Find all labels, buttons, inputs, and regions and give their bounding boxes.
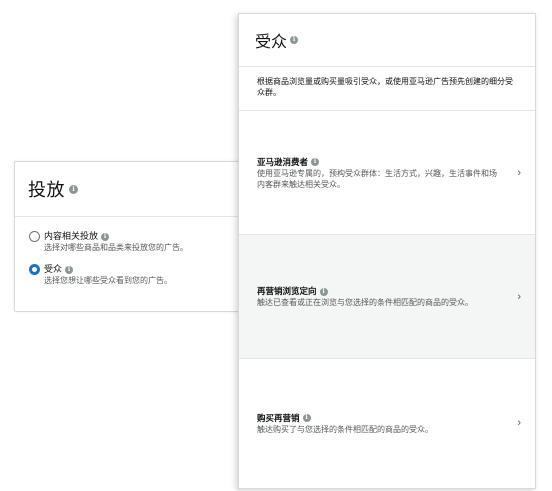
audience-item-desc: 使用亚马逊专属的，预构受众群体：生活方式，兴趣，生活事件和场内客群来触达相关受众… [257,168,497,189]
chevron-right-icon[interactable]: › [517,291,521,303]
audience-targeting-radio[interactable] [29,264,40,275]
audience-item-amazon-consumers[interactable]: 亚马逊消费者 i 使用亚马逊专属的，预构受众群体：生活方式，兴趣，生活事件和场内客… [239,111,535,235]
audience-panel: 受众 i 根据商品浏览量或购买量吸引受众，或使用亚马逊广告预先创建的细分受众群。… [238,13,536,489]
info-icon[interactable]: i [101,232,110,241]
audience-item-title: 再营销浏览定向 [257,286,317,296]
audience-targeting-desc: 选择您想让哪些受众看到您的广告。 [44,276,172,285]
chevron-right-icon[interactable]: › [517,167,521,179]
audience-item-purchases-remarketing[interactable]: 购买再营销 i 触达购买了与您选择的条件相匹配的商品的受众。 › [239,359,535,487]
contextual-targeting-desc: 选择对哪些商品和品类来投放您的广告。 [44,243,188,252]
contextual-targeting-radio[interactable] [29,231,40,242]
info-icon[interactable]: i [302,414,311,423]
audience-item-title: 购买再营销 [257,412,300,423]
audience-item-desc: 触达购买了与您选择的条件相匹配的商品的受众。 [257,424,433,434]
info-icon[interactable]: i [311,158,320,167]
audience-targeting-option[interactable]: 受众 i 选择您想让哪些受众看到您的广告。 [29,263,172,286]
audience-intro: 根据商品浏览量或购买量吸引受众，或使用亚马逊广告预先创建的细分受众群。 [239,67,535,111]
audience-item-title: 亚马逊消费者 [257,156,309,167]
audience-item-desc: 触达已查看或正在浏览与您选择的条件相匹配的商品的受众。 [257,298,473,307]
audience-panel-header: 受众 i [239,14,535,67]
contextual-targeting-label: 内容相关投放 [44,231,99,241]
targeting-card: 投放 i 内容相关投放 i 选择对哪些商品和品类来投放您的广告。 受众 i 选择您想… [14,161,252,312]
targeting-card-header: 投放 i [15,162,251,217]
chevron-right-icon[interactable]: › [517,417,521,429]
info-icon[interactable]: i [319,287,328,296]
audience-item-views-remarketing[interactable]: 再营销浏览定向 i 触达已查看或正在浏览与您选择的条件相匹配的商品的受众。 › [239,235,535,359]
info-icon[interactable]: i [290,36,299,44]
audience-targeting-label: 受众 [44,264,63,274]
targeting-title: 投放 [28,180,65,200]
audience-title: 受众 [255,34,288,51]
info-icon[interactable]: i [65,265,74,274]
info-icon[interactable]: i [69,184,78,194]
contextual-targeting-option[interactable]: 内容相关投放 i 选择对哪些商品和品类来投放您的广告。 [29,230,188,253]
